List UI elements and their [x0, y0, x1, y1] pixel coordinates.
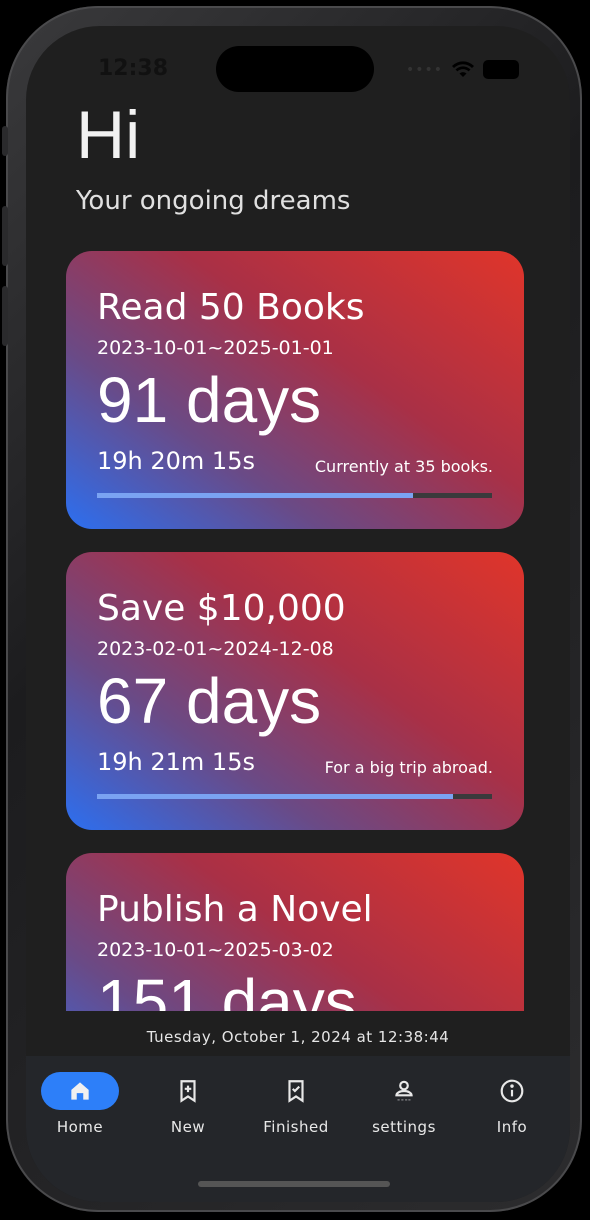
dream-dates: 2023-10-01~2025-01-01: [97, 337, 334, 359]
phone-frame: 12:38 •••• Hi Your ongoing dreams Read 5…: [2, 6, 582, 1212]
nav-label: settings: [372, 1118, 436, 1136]
nav-item-info[interactable]: Info: [458, 1072, 566, 1136]
bookmark-add-icon: [180, 1080, 196, 1103]
current-timestamp: Tuesday, October 1, 2024 at 12:38:44: [146, 1028, 450, 1046]
nav-indicator: [41, 1072, 119, 1110]
nav-label: Home: [56, 1118, 104, 1136]
battery-icon: [483, 60, 520, 79]
nav-label: New: [170, 1118, 206, 1136]
action-button: [2, 126, 8, 156]
section-subtitle: Your ongoing dreams: [76, 186, 351, 216]
dream-progress-fill: [97, 794, 453, 799]
settings-person-icon: [395, 1080, 413, 1101]
dream-progress-bar: [97, 794, 492, 799]
wifi-icon: [452, 60, 475, 77]
dream-title: Read 50 Books: [97, 287, 365, 328]
status-icons: ••••: [406, 60, 520, 79]
dream-days-left: 91 days: [97, 364, 322, 436]
signal-icon: ••••: [406, 61, 444, 78]
status-time: 12:38: [98, 56, 169, 81]
dream-note: For a big trip abroad.: [324, 758, 493, 777]
dream-time-left: 19h 20m 15s: [97, 447, 255, 475]
dream-card[interactable]: Publish a Novel 2023-10-01~2025-03-02 15…: [66, 853, 524, 1011]
nav-item-settings[interactable]: settings: [350, 1072, 458, 1136]
dream-days-left: 151 days: [97, 966, 357, 1011]
nav-label: Info: [496, 1118, 528, 1136]
bookmark-check-icon: [288, 1080, 304, 1103]
nav-item-new[interactable]: New: [134, 1072, 242, 1136]
nav-item-home[interactable]: Home: [26, 1072, 134, 1136]
dynamic-island: [216, 46, 374, 92]
dream-title: Save $10,000: [97, 588, 346, 629]
volume-up-button: [2, 206, 8, 266]
dream-dates: 2023-10-01~2025-03-02: [97, 939, 334, 961]
home-indicator[interactable]: [198, 1181, 390, 1187]
dream-days-left: 67 days: [97, 665, 322, 737]
dream-note: Currently at 35 books.: [314, 457, 493, 476]
info-icon: [500, 1079, 524, 1103]
dream-title: Publish a Novel: [97, 889, 373, 930]
dream-progress-bar: [97, 493, 492, 498]
dream-progress-fill: [97, 493, 413, 498]
nav-item-finished[interactable]: Finished: [242, 1072, 350, 1136]
dream-dates: 2023-02-01~2024-12-08: [97, 638, 334, 660]
greeting-title: Hi: [76, 97, 141, 173]
volume-down-button: [2, 286, 8, 346]
nav-label: Finished: [263, 1118, 329, 1136]
dream-time-left: 19h 21m 15s: [97, 748, 255, 776]
screen: 12:38 •••• Hi Your ongoing dreams Read 5…: [26, 26, 570, 1202]
dream-card[interactable]: Read 50 Books 2023-10-01~2025-01-01 91 d…: [66, 251, 524, 529]
home-icon: [71, 1082, 89, 1100]
dream-list[interactable]: Read 50 Books 2023-10-01~2025-01-01 91 d…: [66, 251, 524, 1011]
dream-card[interactable]: Save $10,000 2023-02-01~2024-12-08 67 da…: [66, 552, 524, 830]
